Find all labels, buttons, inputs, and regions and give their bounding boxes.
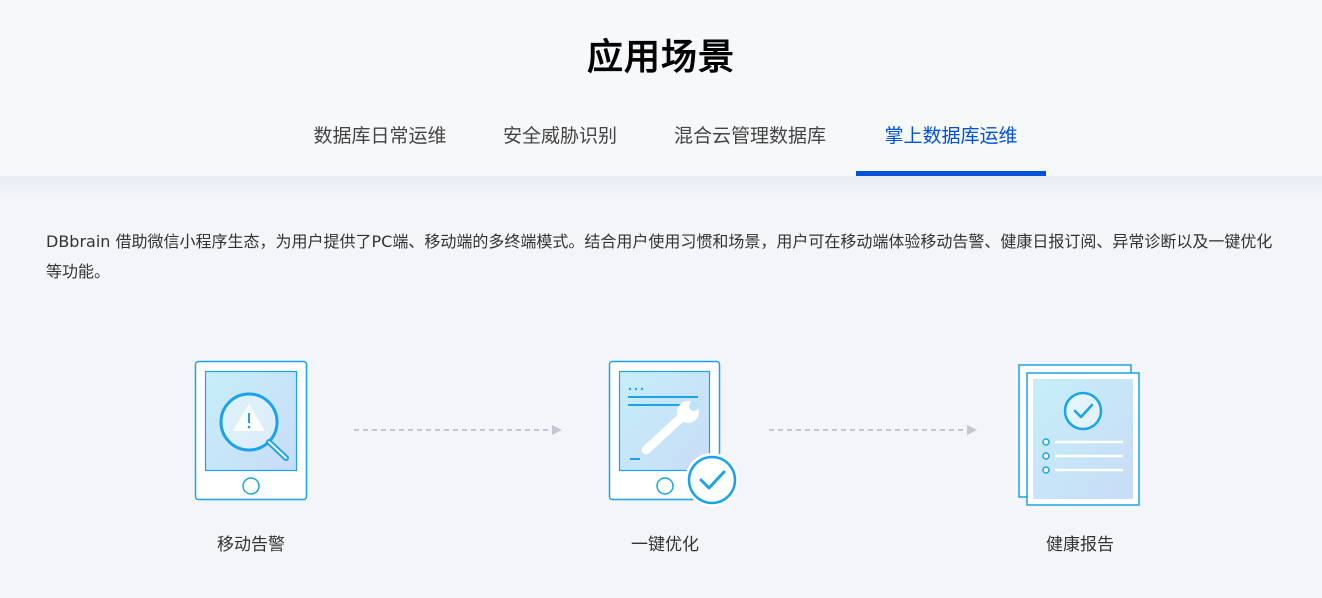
- step-label-mobile-alert: 移动告警: [217, 535, 285, 555]
- step-label-one-click-optimize: 一键优化: [631, 535, 699, 555]
- tab-daily-ops[interactable]: 数据库日常运维: [300, 108, 460, 176]
- scenario-description: DBbrain 借助微信小程序生态，为用户提供了PC端、移动端的多终端模式。结合…: [46, 232, 1273, 281]
- dashed-arrow-right-icon: [354, 425, 562, 435]
- header-divider: [0, 176, 1322, 198]
- page-title: 应用场景: [586, 37, 735, 78]
- tab-label: 混合云管理数据库: [673, 125, 826, 147]
- tab-label: 安全威胁识别: [502, 125, 617, 147]
- dashed-arrow-right-icon: [769, 425, 977, 435]
- tab-mobile-ops[interactable]: 掌上数据库运维: [856, 108, 1046, 176]
- report-check-icon: [1018, 364, 1140, 506]
- step-label-health-report: 健康报告: [1046, 535, 1114, 555]
- tab-hybrid-cloud[interactable]: 混合云管理数据库: [660, 108, 840, 176]
- section-header: 应用场景 数据库日常运维 安全威胁识别 混合云管理数据库 掌上数据库运维: [0, 0, 1322, 176]
- tab-label: 数据库日常运维: [313, 125, 447, 147]
- tablet-alert-magnifier-icon: [194, 360, 308, 501]
- tab-security-threat[interactable]: 安全威胁识别: [490, 108, 630, 176]
- tab-label: 掌上数据库运维: [884, 125, 1018, 147]
- tablet-wrench-check-icon: [608, 360, 739, 507]
- scenario-tabs: 数据库日常运维 安全威胁识别 混合云管理数据库 掌上数据库运维: [0, 108, 1322, 176]
